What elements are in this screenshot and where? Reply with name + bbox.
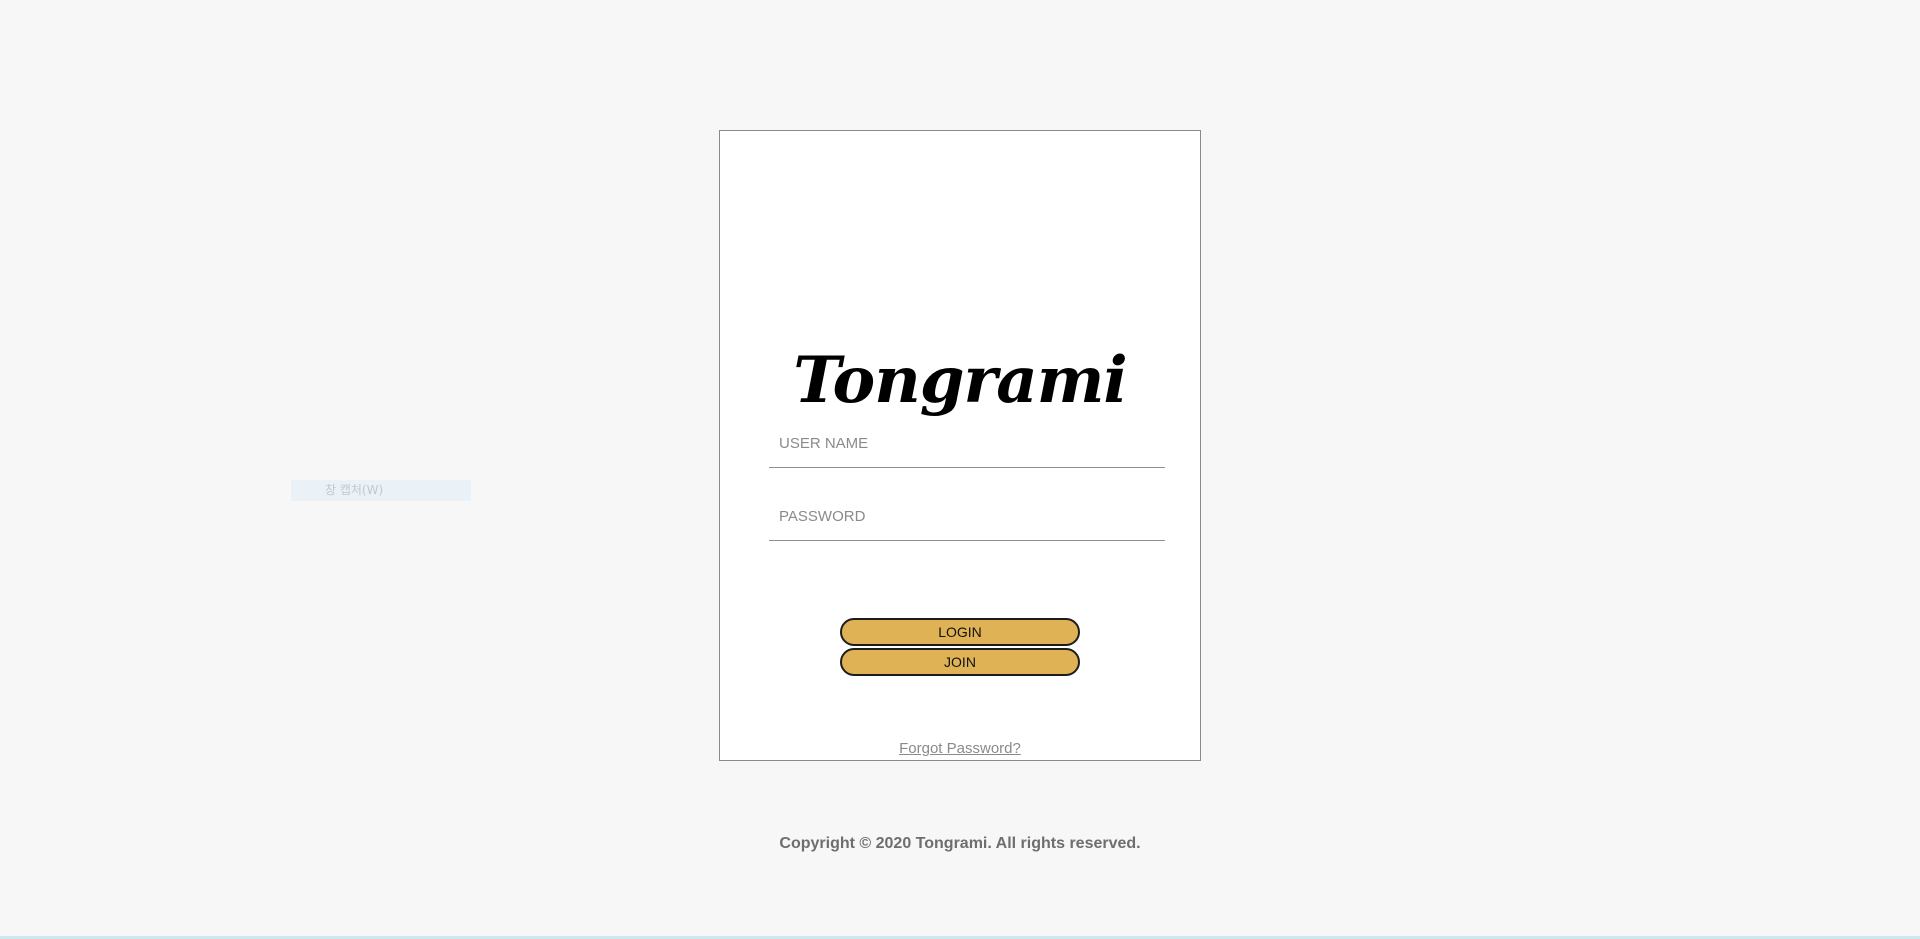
brand-logo: Tongrami: [793, 343, 1127, 418]
password-input[interactable]: [769, 493, 1165, 540]
username-input[interactable]: [769, 420, 1165, 467]
copyright-text: Copyright © 2020 Tongrami. All rights re…: [779, 835, 1141, 852]
forgot-password-row: Forgot Password?: [0, 740, 1920, 757]
faded-capture-label: 창 캡처(W): [291, 480, 471, 501]
page: 창 캡처(W) Tongrami LOGIN JOIN Forgot Passw…: [0, 0, 1920, 939]
login-button[interactable]: LOGIN: [840, 618, 1080, 646]
forgot-password-link[interactable]: Forgot Password?: [899, 740, 1021, 757]
username-field-wrapper: [769, 420, 1165, 468]
join-button[interactable]: JOIN: [840, 648, 1080, 676]
password-field-wrapper: [769, 493, 1165, 541]
